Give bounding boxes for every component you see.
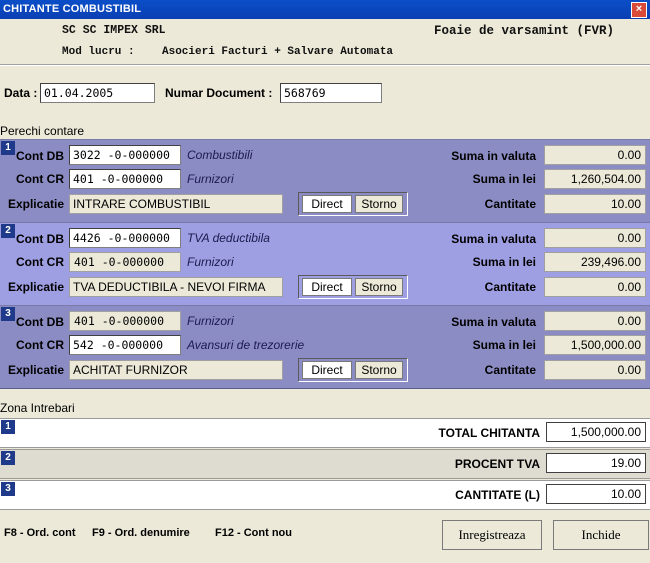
cr-account-name: Furnizori xyxy=(187,255,234,269)
company-name: SC SC IMPEX SRL xyxy=(62,24,166,37)
cont-cr-input[interactable]: 401 -0-000000 xyxy=(69,169,181,189)
total-chitanta-value[interactable]: 1,500,000.00 xyxy=(546,422,646,442)
explicatie-input[interactable]: ACHITAT FURNIZOR xyxy=(69,360,283,380)
mode-label: Mod lucru : xyxy=(62,46,135,58)
document-number-label: Numar Document : xyxy=(165,86,273,100)
direct-storno-group: Direct Storno xyxy=(298,275,408,299)
direct-storno-group: Direct Storno xyxy=(298,358,408,382)
total-number-badge: 3 xyxy=(1,482,15,496)
f9-hint: F9 - Ord. denumire xyxy=(92,527,190,539)
procent-tva-label: PROCENT TVA xyxy=(454,457,540,471)
document-number-input[interactable]: 568769 xyxy=(280,83,382,103)
storno-button[interactable]: Storno xyxy=(355,361,403,379)
cont-db-input[interactable]: 3022 -0-000000 xyxy=(69,145,181,165)
date-input[interactable]: 01.04.2005 xyxy=(40,83,155,103)
total-chitanta-label: TOTAL CHITANTA xyxy=(438,426,540,440)
explicatie-input[interactable]: INTRARE COMBUSTIBIL xyxy=(69,194,283,214)
direct-storno-group: Direct Storno xyxy=(298,192,408,216)
cantitate-label: Cantitate xyxy=(484,363,536,377)
storno-button[interactable]: Storno xyxy=(355,278,403,296)
suma-valuta-value: 0.00 xyxy=(544,311,646,331)
cont-cr-label: Cont CR xyxy=(16,255,64,269)
procent-tva-value[interactable]: 19.00 xyxy=(546,453,646,473)
total-row-3: 3 CANTITATE (L) 10.00 xyxy=(0,480,650,510)
cont-cr-input[interactable]: 542 -0-000000 xyxy=(69,335,181,355)
cantitate-litri-label: CANTITATE (L) xyxy=(455,488,540,502)
db-account-name: TVA deductibila xyxy=(187,231,270,245)
pairs-section-label: Perechi contare xyxy=(0,124,85,138)
suma-valuta-value: 0.00 xyxy=(544,228,646,248)
explicatie-label: Explicatie xyxy=(7,280,64,294)
suma-lei-label: Suma in lei xyxy=(472,255,536,269)
explicatie-label: Explicatie xyxy=(7,363,64,377)
pair-panel-1: 1 Cont DB 3022 -0-000000 Combustibili Co… xyxy=(0,139,650,223)
cont-cr-label: Cont CR xyxy=(16,338,64,352)
total-number-badge: 2 xyxy=(1,451,15,465)
suma-valuta-label: Suma in valuta xyxy=(451,149,536,163)
cont-db-input[interactable]: 401 -0-000000 xyxy=(69,311,181,331)
cantitate-label: Cantitate xyxy=(484,197,536,211)
suma-lei-value: 239,496.00 xyxy=(544,252,646,272)
questions-section-label: Zona Intrebari xyxy=(0,401,75,415)
direct-button[interactable]: Direct xyxy=(302,195,352,213)
cantitate-value: 0.00 xyxy=(544,277,646,297)
pair-panel-2: 2 Cont DB 4426 -0-000000 TVA deductibila… xyxy=(0,222,650,306)
suma-valuta-label: Suma in valuta xyxy=(451,232,536,246)
f8-hint: F8 - Ord. cont xyxy=(4,527,76,539)
save-button[interactable]: Inregistreaza xyxy=(442,520,542,550)
document-type: Foaie de varsamint (FVR) xyxy=(434,24,615,38)
db-account-name: Furnizori xyxy=(187,314,234,328)
suma-lei-label: Suma in lei xyxy=(472,338,536,352)
cont-db-label: Cont DB xyxy=(16,315,64,329)
direct-button[interactable]: Direct xyxy=(302,361,352,379)
total-number-badge: 1 xyxy=(1,420,15,434)
cont-db-input[interactable]: 4426 -0-000000 xyxy=(69,228,181,248)
f12-hint: F12 - Cont nou xyxy=(215,527,292,539)
date-label: Data : xyxy=(4,86,38,100)
cont-db-label: Cont DB xyxy=(16,232,64,246)
cantitate-litri-value[interactable]: 10.00 xyxy=(546,484,646,504)
close-button[interactable]: Inchide xyxy=(553,520,649,550)
direct-button[interactable]: Direct xyxy=(302,278,352,296)
cr-account-name: Furnizori xyxy=(187,172,234,186)
suma-lei-value: 1,500,000.00 xyxy=(544,335,646,355)
cantitate-label: Cantitate xyxy=(484,280,536,294)
header-divider xyxy=(0,64,650,66)
suma-lei-label: Suma in lei xyxy=(472,172,536,186)
cr-account-name: Avansuri de trezorerie xyxy=(187,338,305,352)
storno-button[interactable]: Storno xyxy=(355,195,403,213)
suma-valuta-value: 0.00 xyxy=(544,145,646,165)
suma-valuta-label: Suma in valuta xyxy=(451,315,536,329)
title-bar: CHITANTE COMBUSTIBIL × xyxy=(0,0,650,19)
explicatie-input[interactable]: TVA DEDUCTIBILA - NEVOI FIRMA xyxy=(69,277,283,297)
total-row-2: 2 PROCENT TVA 19.00 xyxy=(0,449,650,479)
cont-db-label: Cont DB xyxy=(16,149,64,163)
pair-panel-3: 3 Cont DB 401 -0-000000 Furnizori Cont C… xyxy=(0,305,650,389)
cantitate-value: 10.00 xyxy=(544,194,646,214)
explicatie-label: Explicatie xyxy=(7,197,64,211)
suma-lei-value: 1,260,504.00 xyxy=(544,169,646,189)
total-row-1: 1 TOTAL CHITANTA 1,500,000.00 xyxy=(0,418,650,448)
cantitate-value: 0.00 xyxy=(544,360,646,380)
window-title: CHITANTE COMBUSTIBIL xyxy=(3,3,142,15)
close-icon[interactable]: × xyxy=(631,2,647,18)
cont-cr-input[interactable]: 401 -0-000000 xyxy=(69,252,181,272)
cont-cr-label: Cont CR xyxy=(16,172,64,186)
db-account-name: Combustibili xyxy=(187,148,253,162)
mode-value: Asocieri Facturi + Salvare Automata xyxy=(162,46,394,58)
